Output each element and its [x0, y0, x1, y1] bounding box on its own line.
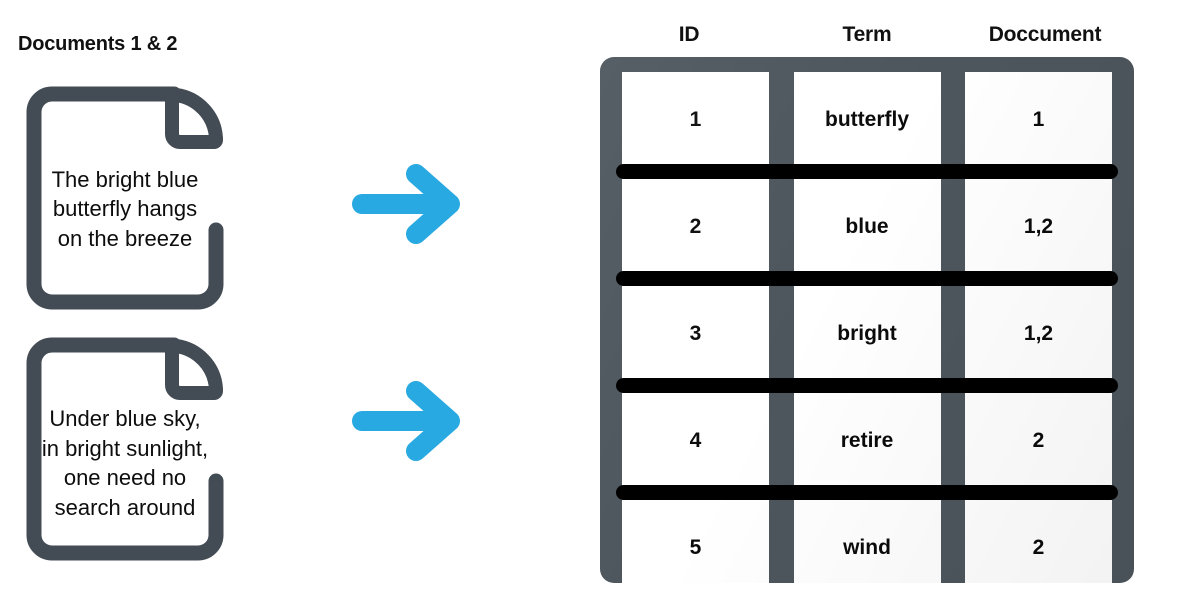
cell-id: 1 [622, 72, 769, 167]
cell-id: 2 [622, 179, 769, 274]
cell-document: 2 [965, 393, 1112, 488]
cell-id: 4 [622, 393, 769, 488]
inverted-index-table: ID Term Doccument 1 butterfly 1 2 blue 1… [600, 13, 1134, 595]
document-card-1: The bright blue butterfly hangs on the b… [22, 82, 228, 314]
row-separator [616, 164, 1118, 179]
table-frame: 1 butterfly 1 2 blue 1,2 3 bright 1,2 4 … [600, 57, 1134, 595]
cell-document: 1 [965, 72, 1112, 167]
cell-document: 1,2 [965, 286, 1112, 381]
cell-id: 5 [622, 500, 769, 595]
cell-id: 3 [622, 286, 769, 381]
cell-term: butterfly [793, 72, 941, 167]
table-header-row: ID Term Doccument [600, 13, 1134, 57]
row-separator [616, 271, 1118, 286]
document-1-text: The bright blue butterfly hangs on the b… [51, 166, 199, 251]
column-header-term: Term [842, 23, 892, 46]
row-separator [616, 378, 1118, 393]
document-card-2: Under blue sky, in bright sunlight, one … [22, 333, 228, 565]
arrow-right-icon [352, 164, 460, 244]
table-row: 3 bright 1,2 [622, 286, 1112, 381]
column-header-id: ID [678, 23, 700, 46]
arrow-right-icon [352, 381, 460, 461]
table-row: 1 butterfly 1 [622, 72, 1112, 167]
cell-term: wind [793, 500, 941, 595]
cell-term: retire [793, 393, 941, 488]
table-row: 5 wind 2 [622, 500, 1112, 595]
page-title: Documents 1 & 2 [18, 33, 178, 55]
table-row: 2 blue 1,2 [622, 179, 1112, 274]
cell-document: 2 [965, 500, 1112, 595]
row-separator [616, 485, 1118, 500]
cell-term: bright [793, 286, 941, 381]
table-row: 4 retire 2 [622, 393, 1112, 488]
cell-term: blue [793, 179, 941, 274]
document-2-text: Under blue sky, in bright sunlight, one … [41, 406, 209, 520]
column-header-document: Doccument [988, 23, 1102, 46]
cell-document: 1,2 [965, 179, 1112, 274]
table-grid: 1 butterfly 1 2 blue 1,2 3 bright 1,2 4 … [616, 72, 1118, 595]
